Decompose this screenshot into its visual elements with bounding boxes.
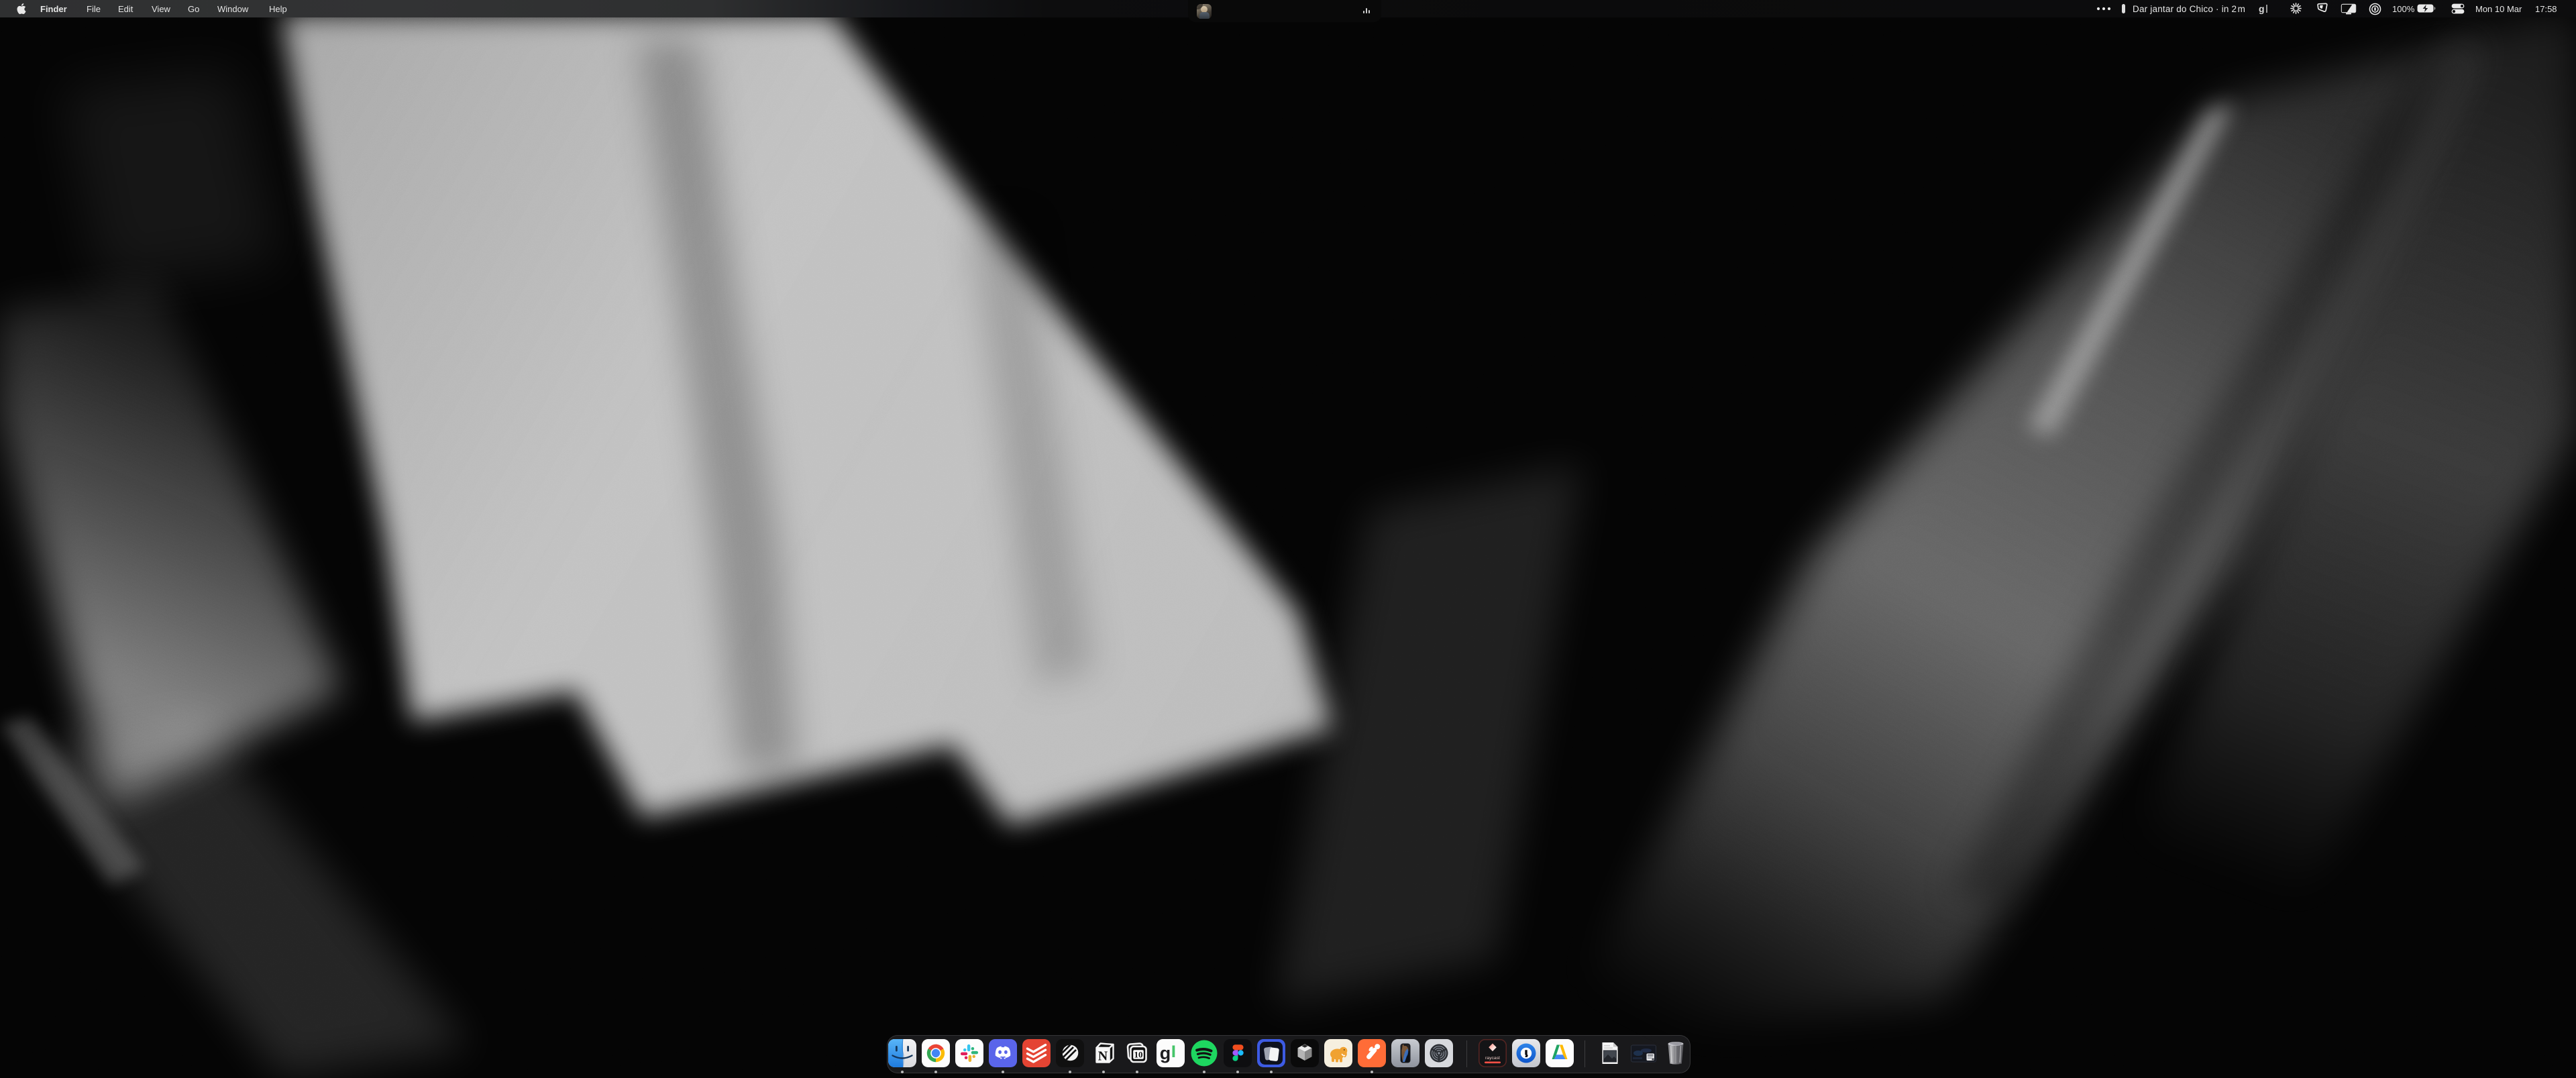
- svg-text:raycast: raycast: [1485, 1056, 1500, 1061]
- svg-text:N: N: [1098, 1049, 1108, 1064]
- svg-text:10: 10: [1134, 1050, 1143, 1060]
- svg-text:g: g: [1160, 1043, 1171, 1063]
